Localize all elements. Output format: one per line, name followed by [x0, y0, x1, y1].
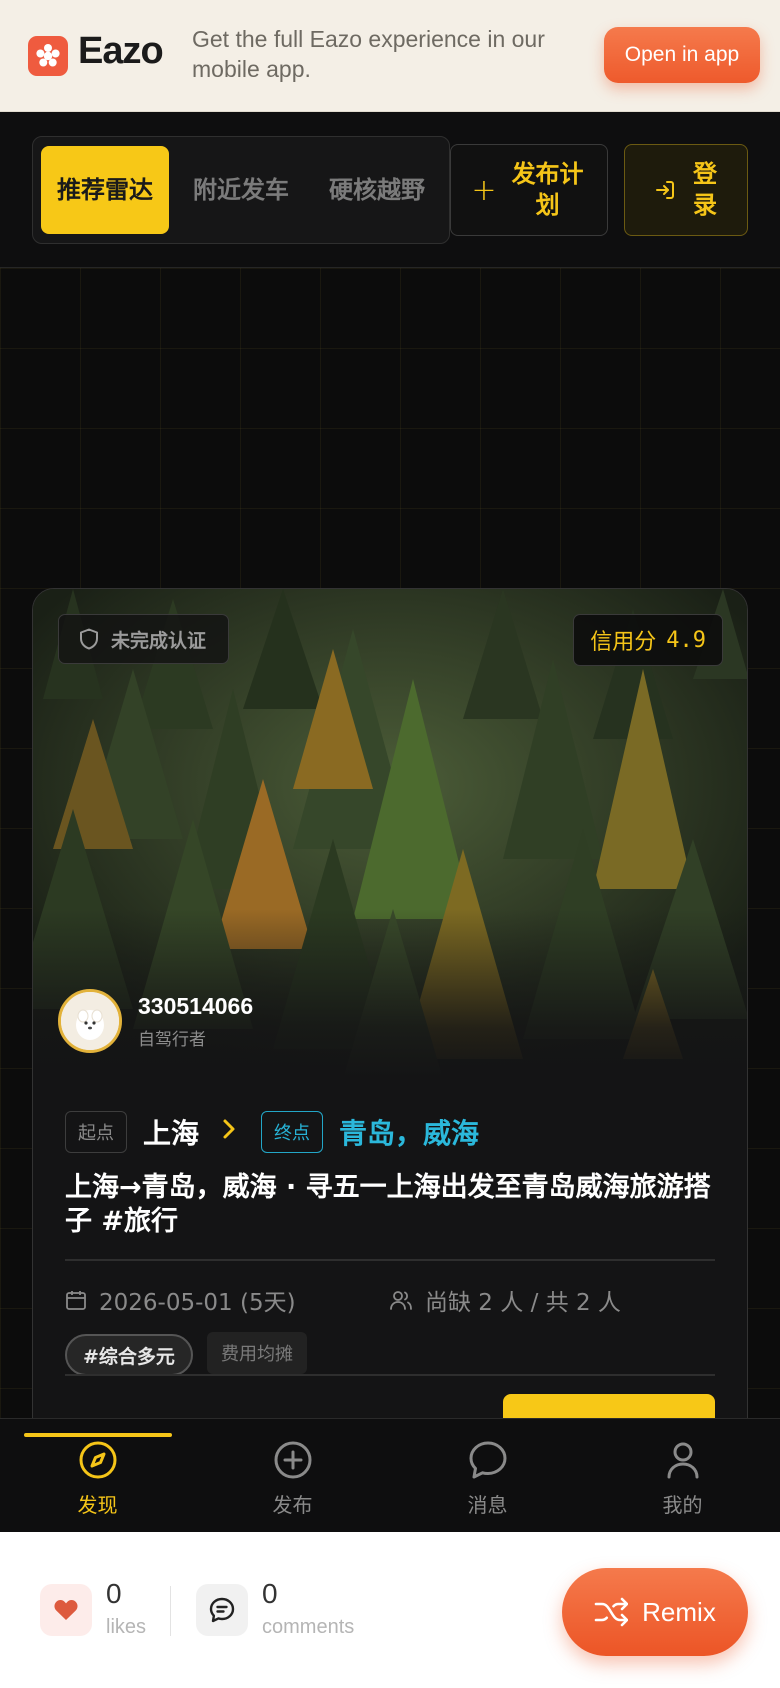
verification-status-badge: 未完成认证 — [58, 614, 230, 664]
top-navigation: 推荐雷达 附近发车 硬核越野 + 发布计划 登录 — [0, 112, 780, 268]
shield-icon — [79, 628, 99, 650]
comment-icon — [208, 1596, 236, 1624]
tab-nearby-departure[interactable]: 附近发车 — [177, 146, 305, 234]
eazo-logo-icon — [28, 36, 68, 76]
bottom-tab-bar: 发现 发布 消息 我的 — [0, 1418, 780, 1532]
plus-icon: + — [471, 172, 497, 208]
tab-publish-label: 发布 — [272, 1493, 313, 1517]
tab-recommend-radar[interactable]: 推荐雷达 — [41, 146, 169, 234]
login-button[interactable]: 登录 — [624, 144, 748, 236]
users-icon — [389, 1289, 413, 1311]
chat-bubble-icon — [468, 1439, 508, 1481]
feed-segment-control: 推荐雷达 附近发车 硬核越野 — [32, 136, 450, 244]
credit-score-label: 信用分 — [590, 630, 657, 655]
likes-count: 0 — [106, 1578, 122, 1609]
divider — [170, 1586, 171, 1636]
trip-people: 尚缺 2 人 / 共 2 人 — [389, 1283, 621, 1317]
tag-chip[interactable]: #综合多元 — [65, 1334, 193, 1376]
publish-plan-button[interactable]: + 发布计划 — [450, 144, 608, 236]
login-icon — [653, 178, 677, 202]
end-city: 青岛，威海 — [339, 1117, 480, 1150]
credit-score-badge: 信用分 4.9 — [573, 614, 723, 666]
social-action-bar: 0 likes 0 comments Remix — [0, 1532, 780, 1688]
trip-date-text: 2026-05-01 (5天) — [99, 1290, 296, 1316]
chevron-right-icon — [221, 1117, 237, 1148]
publish-plan-label: 发布计划 — [511, 160, 584, 219]
tab-publish[interactable]: 发布 — [195, 1419, 390, 1533]
trip-title[interactable]: 上海→青岛，威海 · 寻五一上海出发至青岛威海旅游搭子 #旅行 — [65, 1171, 725, 1239]
trip-date: 2026-05-01 (5天) — [65, 1283, 296, 1317]
calendar-icon — [65, 1289, 87, 1311]
discover-feed[interactable]: 未完成认证 信用分 4.9 330514066 自驾行者 起点 上海 终点 青岛… — [0, 268, 780, 1418]
start-tag: 起点 — [65, 1111, 127, 1153]
tab-discover-label: 发现 — [77, 1493, 118, 1517]
divider — [65, 1374, 715, 1376]
user-role: 自驾行者 — [138, 1030, 206, 1050]
trip-card[interactable]: 未完成认证 信用分 4.9 330514066 自驾行者 起点 上海 终点 青岛… — [32, 588, 748, 1418]
plus-circle-icon — [273, 1439, 313, 1481]
trip-people-text: 尚缺 2 人 / 共 2 人 — [425, 1290, 621, 1316]
likes-label: likes — [106, 1616, 147, 1638]
remix-button[interactable]: Remix — [562, 1568, 748, 1656]
brand-name: Eazo — [78, 30, 164, 72]
comment-button[interactable] — [196, 1584, 248, 1636]
verification-label: 未完成认证 — [111, 629, 207, 652]
end-tag: 终点 — [261, 1111, 324, 1153]
cost-chip: 费用均摊 — [207, 1332, 307, 1374]
login-label: 登录 — [693, 160, 717, 219]
shuffle-icon — [594, 1597, 629, 1627]
comments-label: comments — [262, 1616, 355, 1638]
tab-messages[interactable]: 消息 — [390, 1419, 585, 1533]
divider — [65, 1259, 715, 1261]
tab-messages-label: 消息 — [467, 1493, 508, 1517]
user-icon — [663, 1439, 703, 1481]
credit-score-value: 4.9 — [666, 627, 706, 653]
route-info: 起点 上海 终点 青岛，威海 — [65, 1111, 479, 1153]
username[interactable]: 330514066 — [138, 993, 253, 1020]
tab-hardcore-offroad[interactable]: 硬核越野 — [313, 146, 441, 234]
comments-count: 0 — [262, 1578, 278, 1609]
compass-icon — [78, 1439, 118, 1481]
join-trip-button[interactable] — [503, 1394, 715, 1418]
tab-profile[interactable]: 我的 — [585, 1419, 780, 1533]
tab-discover[interactable]: 发现 — [0, 1419, 195, 1533]
remix-label: Remix — [642, 1596, 716, 1627]
open-in-app-button[interactable]: Open in app — [604, 27, 760, 83]
avatar[interactable] — [58, 989, 122, 1053]
tab-profile-label: 我的 — [662, 1493, 703, 1517]
start-city: 上海 — [143, 1117, 200, 1150]
banner-message: Get the full Eazo experience in our mobi… — [192, 26, 545, 82]
heart-icon — [53, 1598, 79, 1622]
like-button[interactable] — [40, 1584, 92, 1636]
app-promo-banner: Eazo Get the full Eazo experience in our… — [0, 0, 780, 112]
